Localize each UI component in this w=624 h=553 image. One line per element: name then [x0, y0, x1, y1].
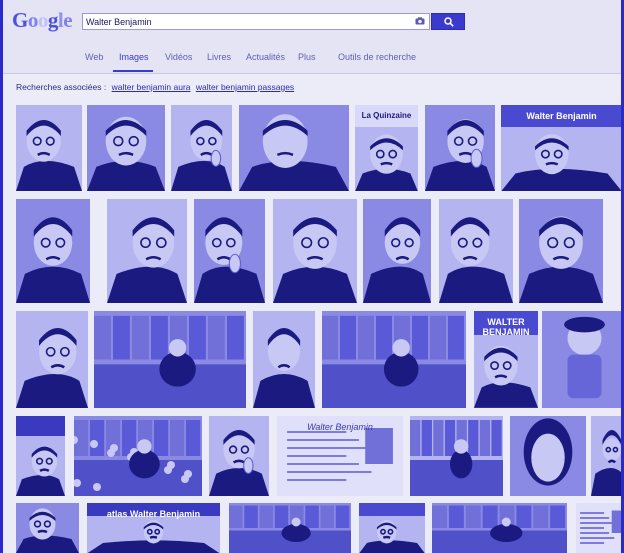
image-result-book-cover[interactable]: atlas Walter Benjamin: [87, 503, 220, 553]
image-result-portrait-woman[interactable]: [510, 416, 586, 496]
image-result-portrait-profile[interactable]: [239, 105, 349, 191]
search-box[interactable]: [82, 13, 430, 30]
image-result-portrait-hand[interactable]: [209, 416, 269, 496]
image-result-book-cover-portrait[interactable]: Walter Benjamin: [501, 105, 621, 191]
image-result-portrait-hand[interactable]: [194, 199, 265, 303]
image-result-portrait-hand[interactable]: [425, 105, 495, 191]
browser-frame: Google Web Images Vidéos Livres Actualit…: [0, 0, 624, 553]
image-result-portrait-glasses[interactable]: [87, 105, 165, 191]
tab-videos[interactable]: Vidéos: [165, 52, 192, 62]
tab-books[interactable]: Livres: [207, 52, 231, 62]
cover-title: atlas Walter Benjamin: [106, 509, 201, 519]
search-button[interactable]: [431, 13, 465, 30]
cover-title: Walter Benjamin: [526, 111, 597, 121]
image-result-portrait-glasses[interactable]: [591, 416, 621, 496]
image-result-portrait-glasses[interactable]: [16, 199, 90, 303]
image-result-arcade[interactable]: [229, 503, 351, 553]
search-icon: [444, 17, 454, 27]
image-result-document[interactable]: [576, 503, 621, 553]
image-result-street-scene[interactable]: [410, 416, 503, 496]
image-result-portrait-hand[interactable]: [171, 105, 232, 191]
tab-news[interactable]: Actualités: [246, 52, 285, 62]
image-result-puppet-doll[interactable]: [542, 311, 621, 408]
logo-letter: g: [47, 8, 59, 32]
google-logo[interactable]: Google: [12, 8, 73, 33]
cover-title: WALTER BENJAMIN: [482, 317, 530, 337]
logo-letter: o: [37, 8, 49, 32]
image-result-book-cover-portrait[interactable]: [359, 503, 425, 553]
tab-images[interactable]: Images: [119, 52, 149, 62]
image-result-library-reading-room[interactable]: [94, 311, 246, 408]
image-result-portrait-library[interactable]: [363, 199, 431, 303]
image-result-portrait-glasses[interactable]: [16, 503, 79, 553]
logo-letter: e: [63, 8, 73, 32]
image-result-book-cover[interactable]: [16, 416, 65, 496]
tab-more[interactable]: Plus: [298, 52, 316, 62]
tab-web[interactable]: Web: [85, 52, 103, 62]
cover-title: La Quinzaine: [361, 111, 412, 120]
image-result-book-cover-portrait[interactable]: WALTER BENJAMIN: [474, 311, 538, 408]
image-result-handwritten-document[interactable]: Walter Benjamin: [277, 416, 403, 496]
image-result-magazine-cover[interactable]: La Quinzaine: [355, 105, 418, 191]
image-result-portrait-reading[interactable]: [273, 199, 357, 303]
related-link-passages[interactable]: walter benjamin passages: [196, 82, 294, 92]
image-result-portrait-glasses[interactable]: [16, 311, 88, 408]
related-searches-label: Recherches associées :: [16, 82, 107, 92]
logo-letter: o: [27, 8, 39, 32]
camera-icon[interactable]: [415, 17, 425, 25]
tab-search-tools[interactable]: Outils de recherche: [338, 52, 416, 62]
image-result-portrait-profile[interactable]: [253, 311, 315, 408]
image-result-library-reading-room[interactable]: [322, 311, 466, 408]
related-link-aura[interactable]: walter benjamin aura: [112, 82, 191, 92]
search-input[interactable]: [86, 14, 406, 29]
header: Google: [3, 0, 621, 40]
image-result-portrait-seated[interactable]: [439, 199, 513, 303]
image-result-portrait-glasses[interactable]: [519, 199, 603, 303]
logo-letter: G: [12, 8, 28, 32]
related-searches: Recherches associées : walter benjamin a…: [16, 82, 294, 92]
image-result-portrait-glasses[interactable]: [16, 105, 82, 191]
image-result-crowd[interactable]: [74, 416, 202, 496]
search-tabs: Web Images Vidéos Livres Actualités Plus…: [3, 40, 621, 74]
image-result-street-scene[interactable]: [432, 503, 567, 553]
document-text: Walter Benjamin: [307, 422, 373, 432]
active-tab-indicator: [113, 70, 153, 72]
image-result-portrait-closeup[interactable]: [107, 199, 187, 303]
